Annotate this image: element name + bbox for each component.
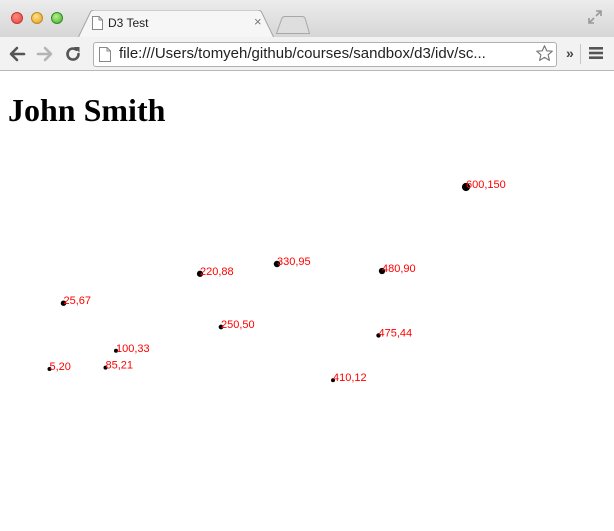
point-label: 250,50	[221, 319, 255, 331]
scatter-plot: 5,20 480,90 250,50 100,33 330,95 410,12 475,44…	[47, 179, 506, 384]
point-label: 600,150	[466, 179, 506, 191]
point-label: 5,20	[50, 361, 71, 373]
point-label: 100,33	[116, 343, 150, 355]
point-label: 25,67	[64, 295, 92, 307]
point-label: 220,88	[200, 266, 234, 278]
point-label: 85,21	[106, 360, 134, 372]
point-label: 480,90	[382, 263, 416, 275]
point-label: 330,95	[277, 256, 311, 268]
point-label: 410,12	[333, 372, 367, 384]
point-label: 475,44	[379, 327, 413, 339]
